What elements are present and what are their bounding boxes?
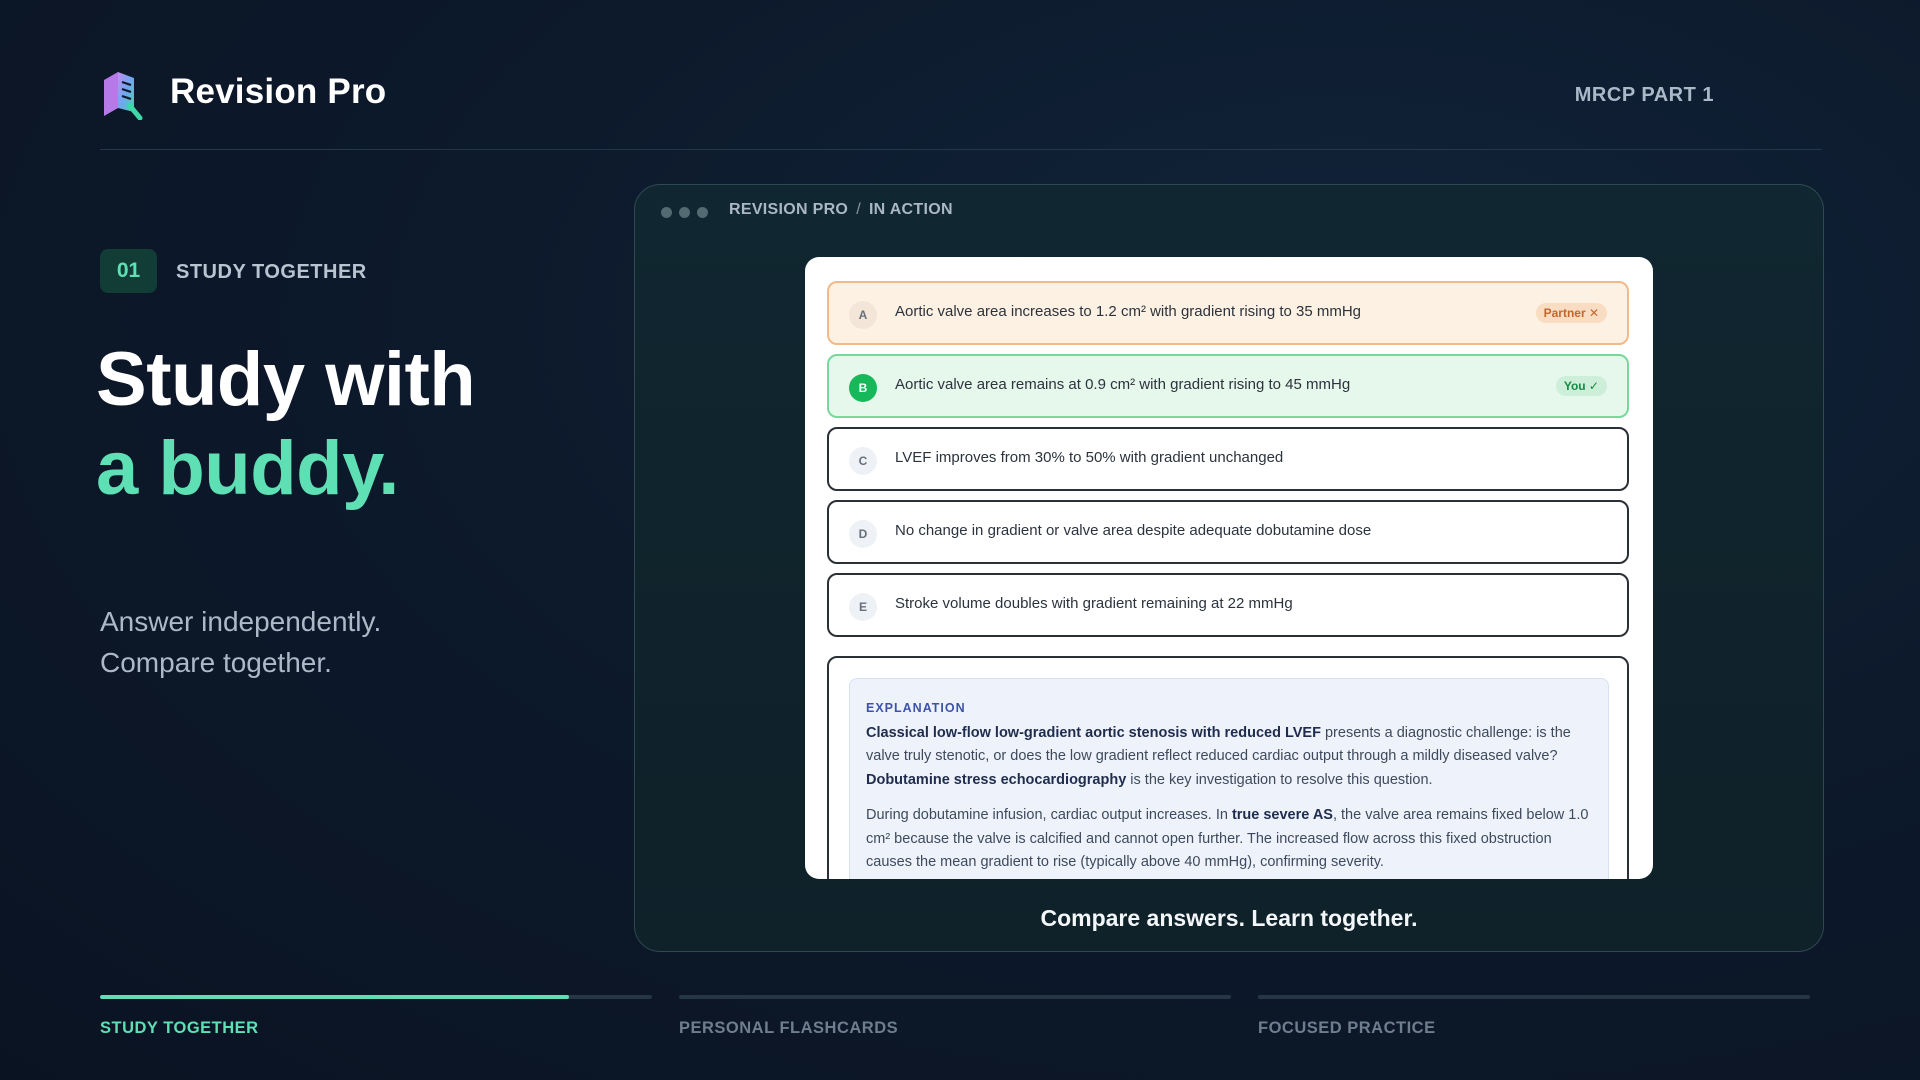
explanation-box: EXPLANATION Classical low-flow low-gradi… xyxy=(849,678,1609,879)
progress-step-personal-flashcards[interactable]: PERSONAL FLASHCARDS xyxy=(679,995,1231,1038)
progress-label: STUDY TOGETHER xyxy=(100,1019,259,1037)
option-text: No change in gradient or valve area desp… xyxy=(895,522,1372,539)
explanation-bold: Dobutamine stress echocardiography xyxy=(866,771,1127,788)
window-dot-icon xyxy=(697,207,708,218)
window-dots xyxy=(661,207,708,218)
progress-label: PERSONAL FLASHCARDS xyxy=(679,1019,899,1037)
explanation-text: During dobutamine infusion, cardiac outp… xyxy=(866,807,1232,823)
partner-incorrect-badge: Partner ✕ xyxy=(1535,303,1607,323)
step-label: STUDY TOGETHER xyxy=(176,261,367,283)
option-text: LVEF improves from 30% to 50% with gradi… xyxy=(895,449,1284,466)
progress-step-study-together[interactable]: STUDY TOGETHER xyxy=(100,995,652,1038)
option-text: Aortic valve area remains at 0.9 cm² wit… xyxy=(895,376,1351,393)
answer-option-e[interactable]: E Stroke volume doubles with gradient re… xyxy=(827,573,1629,637)
option-letter: D xyxy=(849,520,877,548)
answer-option-b[interactable]: B Aortic valve area remains at 0.9 cm² w… xyxy=(827,354,1629,418)
option-text: Aortic valve area increases to 1.2 cm² w… xyxy=(895,303,1362,320)
option-letter: B xyxy=(849,374,877,402)
you-correct-badge: You ✓ xyxy=(1555,376,1607,396)
answer-option-a[interactable]: A Aortic valve area increases to 1.2 cm²… xyxy=(827,281,1629,345)
headline-line-1: Study with xyxy=(96,337,476,422)
panel-caption: Compare answers. Learn together. xyxy=(1040,905,1418,931)
progress-fill xyxy=(100,995,570,999)
subtitle-line-1: Answer independently. xyxy=(100,606,382,637)
subtitle-line-2: Compare together. xyxy=(100,647,332,678)
option-letter: C xyxy=(849,447,877,475)
explanation-title: EXPLANATION xyxy=(866,701,966,715)
breadcrumb-item: REVISION PRO xyxy=(729,201,849,218)
explanation-container: EXPLANATION Classical low-flow low-gradi… xyxy=(827,656,1629,879)
subtitle: Answer independently. Compare together. xyxy=(100,601,381,683)
headline: Study with a buddy. xyxy=(96,335,476,513)
window-dot-icon xyxy=(679,207,690,218)
breadcrumb: REVISION PRO / IN ACTION xyxy=(729,201,953,219)
header: Revision Pro MRCP PART 1 xyxy=(100,60,1822,150)
explanation-bold: true severe AS xyxy=(1231,807,1333,823)
progress-track xyxy=(679,995,1231,999)
explanation-paragraph: During dobutamine infusion, cardiac outp… xyxy=(866,804,1592,875)
option-letter: A xyxy=(849,301,877,329)
progress-label: FOCUSED PRACTICE xyxy=(1258,1019,1436,1037)
step-number-badge: 01 xyxy=(100,249,157,293)
answer-option-c[interactable]: C LVEF improves from 30% to 50% with gra… xyxy=(827,427,1629,491)
progress-track xyxy=(100,995,652,999)
option-text: Stroke volume doubles with gradient rema… xyxy=(895,595,1293,612)
explanation-paragraph: Classical low-flow low-gradient aortic s… xyxy=(866,722,1592,793)
explanation-bold: Classical low-flow low-gradient aortic s… xyxy=(866,724,1321,741)
progress-step-focused-practice[interactable]: FOCUSED PRACTICE xyxy=(1258,995,1810,1038)
option-letter: E xyxy=(849,593,877,621)
headline-line-2: a buddy. xyxy=(96,426,399,511)
answer-option-d[interactable]: D No change in gradient or valve area de… xyxy=(827,500,1629,564)
brand-name: Revision Pro xyxy=(170,72,387,111)
book-logo-icon xyxy=(104,72,143,120)
explanation-text: is the key investigation to resolve this… xyxy=(1126,771,1433,788)
breadcrumb-separator: / xyxy=(856,201,861,218)
demo-panel: REVISION PRO / IN ACTION A Aortic valve ar… xyxy=(634,184,1824,952)
window-dot-icon xyxy=(661,207,672,218)
exam-label: MRCP PART 1 xyxy=(1574,84,1714,106)
progress-track xyxy=(1258,995,1810,999)
breadcrumb-item: IN ACTION xyxy=(868,201,953,218)
question-card: A Aortic valve area increases to 1.2 cm²… xyxy=(805,257,1653,879)
